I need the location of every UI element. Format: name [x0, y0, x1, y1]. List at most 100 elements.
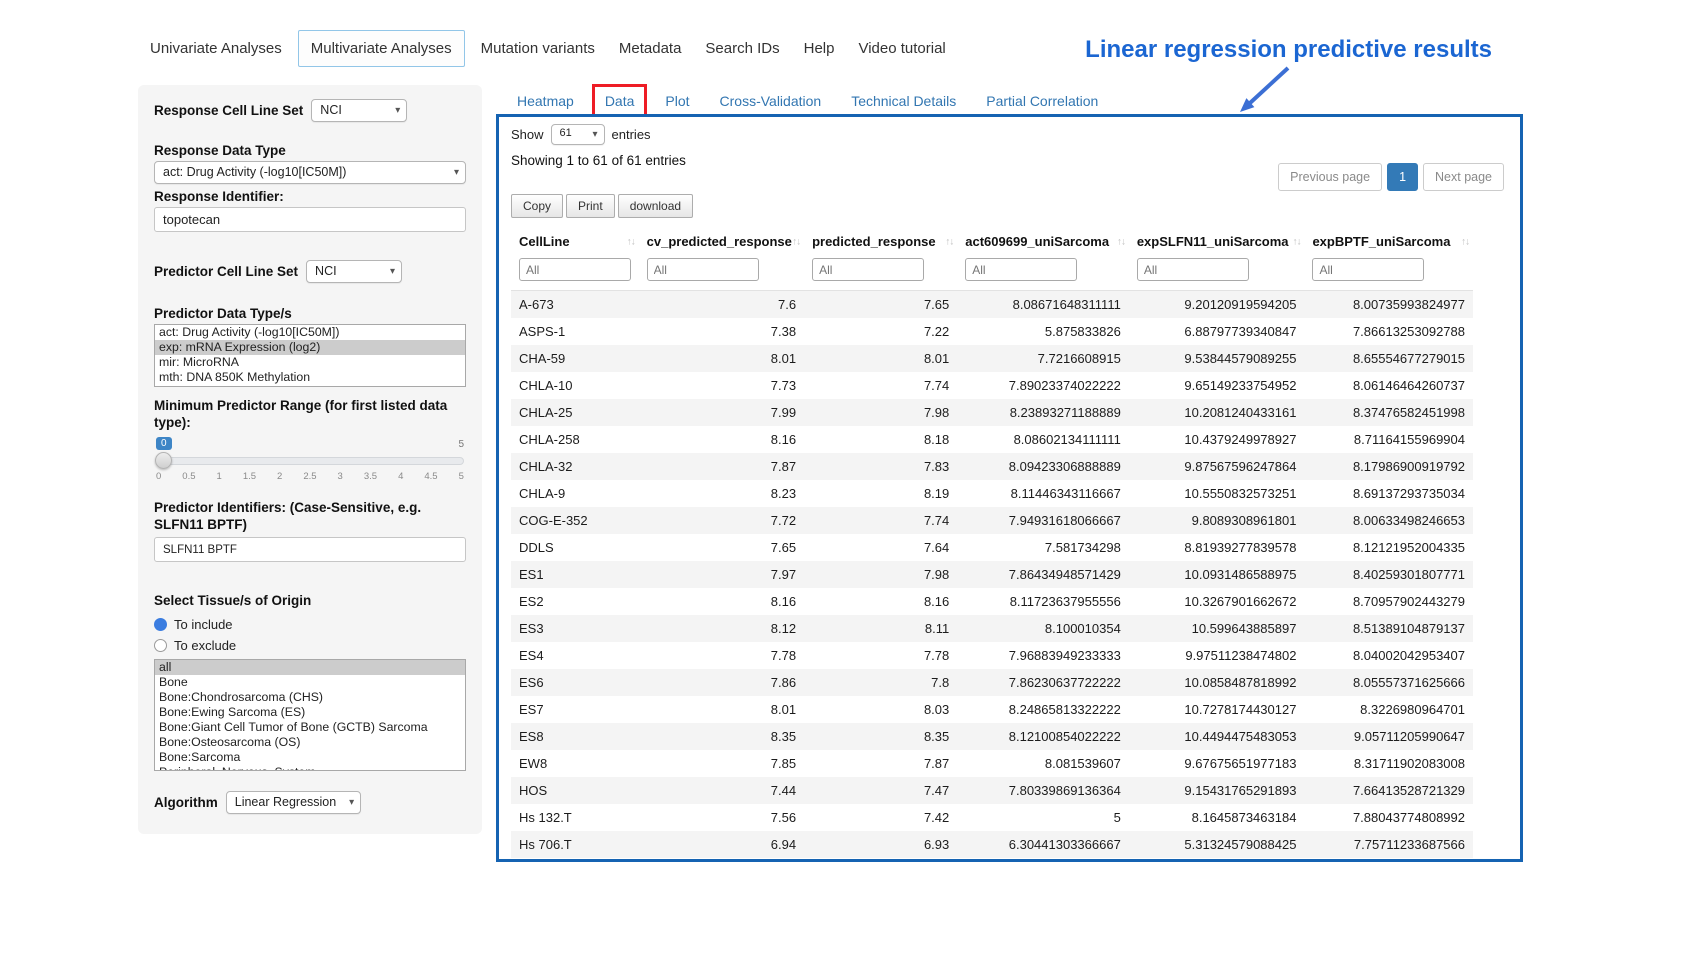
filter-input-expslfn11-unisarcoma[interactable] [1137, 258, 1249, 281]
value-cell: 7.581734298 [957, 534, 1129, 561]
sort-icon[interactable]: ↑↓ [1461, 236, 1469, 247]
nav-tab-metadata[interactable]: Metadata [611, 31, 690, 66]
option-act-drug-activity-log10-ic50m[interactable]: act: Drug Activity (-log10[IC50M]) [155, 325, 465, 340]
option-mir-microrna[interactable]: mir: MicroRNA [155, 355, 465, 370]
nav-tab-video-tutorial[interactable]: Video tutorial [850, 31, 953, 66]
table-row[interactable]: ES47.787.787.968839492333339.97511238474… [511, 642, 1473, 669]
value-cell: 8.24865813322222 [957, 696, 1129, 723]
option-bone[interactable]: Bone [155, 675, 465, 690]
table-row[interactable]: ES67.867.87.8623063772222210.08584878189… [511, 669, 1473, 696]
sort-icon[interactable]: ↑↓ [792, 236, 800, 247]
response-data-type-label: Response Data Type [154, 142, 466, 159]
table-row[interactable]: COG-E-3527.727.747.949316180666679.80893… [511, 507, 1473, 534]
predictor-data-type-listbox[interactable]: act: Drug Activity (-log10[IC50M])exp: m… [154, 324, 466, 387]
option-exp-mrna-expression-log2[interactable]: exp: mRNA Expression (log2) [155, 340, 465, 355]
tab-data[interactable]: Data [592, 84, 648, 118]
tissue-listbox[interactable]: allBoneBone:Chondrosarcoma (CHS)Bone:Ewi… [154, 659, 466, 771]
option-mth-dna-850k-methylation[interactable]: mth: DNA 850K Methylation [155, 370, 465, 385]
table-header-row: CellLine↑↓cv_predicted_response↑↓predict… [511, 228, 1473, 255]
table-row[interactable]: CHLA-2588.168.188.0860213411111110.43792… [511, 426, 1473, 453]
table-row[interactable]: CHLA-327.877.838.094233068888899.8756759… [511, 453, 1473, 480]
show-entries-select[interactable]: 61 ▾ [551, 124, 605, 145]
print-button[interactable]: Print [566, 194, 615, 218]
download-button[interactable]: download [618, 194, 693, 218]
table-row[interactable]: ES28.168.168.1172363795555610.3267901662… [511, 588, 1473, 615]
table-row[interactable]: CHLA-107.737.747.890233740222229.6514923… [511, 372, 1473, 399]
predictor-identifiers-input[interactable] [154, 537, 466, 562]
slider-handle[interactable] [155, 452, 172, 469]
column-header-cellline[interactable]: CellLine↑↓ [511, 228, 639, 255]
response-data-type-select[interactable]: act: Drug Activity (-log10[IC50M]) ▾ [154, 161, 466, 184]
response-identifier-input[interactable] [154, 207, 466, 232]
table-row[interactable]: A-6737.67.658.086716483111119.2012091959… [511, 291, 1473, 319]
sort-icon[interactable]: ↑↓ [1292, 236, 1300, 247]
table-row[interactable]: ES17.977.987.8643494857142910.0931486588… [511, 561, 1473, 588]
top-nav: Univariate AnalysesMultivariate Analyses… [142, 30, 954, 67]
filter-input-expbptf-unisarcoma[interactable] [1312, 258, 1424, 281]
value-cell: 7.56 [639, 804, 804, 831]
table-row[interactable]: HOS7.447.477.803398691363649.15431765291… [511, 777, 1473, 804]
filter-input-predicted-response[interactable] [812, 258, 924, 281]
nav-tab-multivariate-analyses[interactable]: Multivariate Analyses [298, 30, 465, 67]
chevron-down-icon: ▾ [349, 797, 354, 808]
value-cell: 8.70957902443279 [1304, 588, 1473, 615]
table-row[interactable]: EW87.857.878.0815396079.676756519771838.… [511, 750, 1473, 777]
predictor-cell-line-set-select[interactable]: NCI ▾ [306, 260, 402, 283]
page-1-button[interactable]: 1 [1387, 163, 1418, 191]
column-header-act609699-unisarcoma[interactable]: act609699_uniSarcoma↑↓ [957, 228, 1129, 255]
option-bone-giant-cell-tumor-of-bone-gctb-sarcoma[interactable]: Bone:Giant Cell Tumor of Bone (GCTB) Sar… [155, 720, 465, 735]
min-range-slider[interactable]: 0 5 00.511.522.533.544.55 [156, 439, 464, 489]
filter-input-cv-predicted-response[interactable] [647, 258, 759, 281]
column-header-predicted-response[interactable]: predicted_response↑↓ [804, 228, 957, 255]
option-bone-sarcoma[interactable]: Bone:Sarcoma [155, 750, 465, 765]
radio-to-exclude[interactable]: To exclude [154, 638, 466, 653]
response-cell-line-set-select[interactable]: NCI ▾ [311, 99, 407, 122]
nav-tab-search-ids[interactable]: Search IDs [697, 31, 787, 66]
sort-icon[interactable]: ↑↓ [627, 236, 635, 247]
value-cell: 8.23893271188889 [957, 399, 1129, 426]
previous-page-button[interactable]: Previous page [1278, 163, 1382, 191]
nav-tab-mutation-variants[interactable]: Mutation variants [473, 31, 603, 66]
cellline-cell: ASPS-1 [511, 318, 639, 345]
table-row[interactable]: ES38.128.118.10001035410.5996438858978.5… [511, 615, 1473, 642]
option-bone-osteosarcoma-os[interactable]: Bone:Osteosarcoma (OS) [155, 735, 465, 750]
table-row[interactable]: Hs 706.T6.946.936.304413033666675.313245… [511, 831, 1473, 858]
tissue-origin-label: Select Tissue/s of Origin [154, 592, 466, 609]
value-cell: 8.11446343116667 [957, 480, 1129, 507]
option-all[interactable]: all [155, 660, 465, 675]
column-header-cv-predicted-response[interactable]: cv_predicted_response↑↓ [639, 228, 804, 255]
filter-input-cellline[interactable] [519, 258, 631, 281]
copy-button[interactable]: Copy [511, 194, 563, 218]
table-row[interactable]: Hs 132.T7.567.4258.16458734631847.880437… [511, 804, 1473, 831]
table-row[interactable]: DDLS7.657.647.5817342988.819392778395788… [511, 534, 1473, 561]
value-cell: 8.51389104879137 [1304, 615, 1473, 642]
value-cell: 8.04002042953407 [1304, 642, 1473, 669]
table-row[interactable]: CHA-598.018.017.72166089159.538445790892… [511, 345, 1473, 372]
cellline-cell: CHLA-10 [511, 372, 639, 399]
table-row[interactable]: ES78.018.038.2486581332222210.7278174430… [511, 696, 1473, 723]
slider-track[interactable] [156, 457, 464, 465]
table-row[interactable]: CHLA-98.238.198.1144634311666710.5550832… [511, 480, 1473, 507]
table-row[interactable]: ASPS-17.387.225.8758338266.8879773934084… [511, 318, 1473, 345]
next-page-button[interactable]: Next page [1423, 163, 1504, 191]
table-row[interactable]: ES88.358.358.1210085402222210.4494475483… [511, 723, 1473, 750]
option-peripheral-nervous-system[interactable]: Peripheral_Nervous_System [155, 765, 465, 771]
filter-input-act609699-unisarcoma[interactable] [965, 258, 1077, 281]
column-header-expbptf-unisarcoma[interactable]: expBPTF_uniSarcoma↑↓ [1304, 228, 1473, 255]
column-header-expslfn11-unisarcoma[interactable]: expSLFN11_uniSarcoma↑↓ [1129, 228, 1305, 255]
sort-icon[interactable]: ↑↓ [1117, 236, 1125, 247]
cellline-cell: Hs 706.T [511, 831, 639, 858]
show-entries-prefix: Show [511, 127, 544, 142]
algorithm-select[interactable]: Linear Regression ▾ [226, 791, 361, 814]
radio-to-include[interactable]: To include [154, 617, 466, 632]
sort-icon[interactable]: ↑↓ [945, 236, 953, 247]
nav-tab-help[interactable]: Help [796, 31, 843, 66]
column-label: cv_predicted_response [647, 234, 792, 249]
value-cell: 8.081539607 [957, 750, 1129, 777]
option-bone-chondrosarcoma-chs[interactable]: Bone:Chondrosarcoma (CHS) [155, 690, 465, 705]
option-bone-ewing-sarcoma-es[interactable]: Bone:Ewing Sarcoma (ES) [155, 705, 465, 720]
nav-tab-univariate-analyses[interactable]: Univariate Analyses [142, 31, 290, 66]
table-row[interactable]: CHLA-257.997.988.2389327118888910.208124… [511, 399, 1473, 426]
value-cell: 7.7216608915 [957, 345, 1129, 372]
value-cell: 7.83 [804, 453, 957, 480]
